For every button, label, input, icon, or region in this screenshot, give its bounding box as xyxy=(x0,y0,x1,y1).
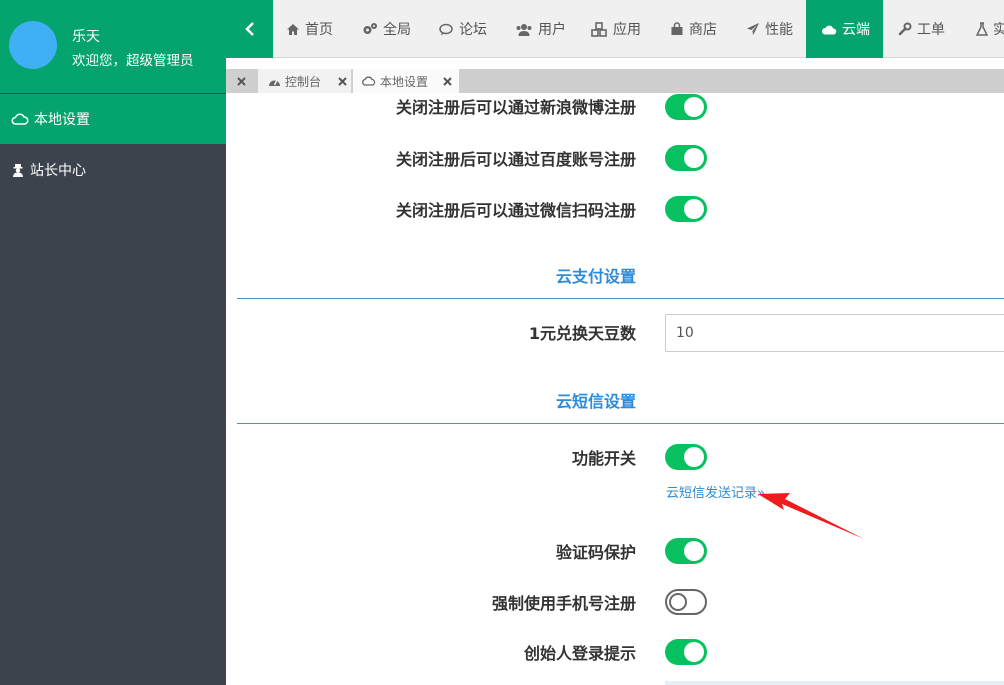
home-icon xyxy=(287,23,299,35)
weibo-register-label: 关闭注册后可以通过新浪微博注册 xyxy=(395,98,636,117)
avatar[interactable] xyxy=(9,21,57,69)
nav-users[interactable]: 用户 xyxy=(515,0,566,58)
close-icon xyxy=(236,76,246,86)
sms-record-link[interactable]: 云短信发送记录» xyxy=(666,482,765,501)
annotation-arrow xyxy=(758,493,864,539)
nav-performance[interactable]: 性能 xyxy=(746,0,793,58)
nav-label: 首页 xyxy=(305,22,333,38)
tab-dashboard[interactable]: 控制台 xyxy=(258,69,352,93)
close-icon xyxy=(337,76,347,86)
settings-content: 关闭注册后可以通过新浪微博注册 关闭注册后可以通过百度账号注册 关闭注册后可以通… xyxy=(226,93,1004,685)
wechat-register-toggle[interactable] xyxy=(665,196,707,222)
founder-login-label: 创始人登录提示 xyxy=(523,644,636,663)
nav-label: 用户 xyxy=(538,22,566,38)
gears-icon xyxy=(363,23,377,34)
sidebar-item-local-settings[interactable]: 本地设置 xyxy=(0,94,226,144)
nav-forum[interactable]: 论坛 xyxy=(439,0,487,58)
tab-bar: 控制台 本地设置 xyxy=(226,69,1004,93)
sidebar-item-label: 本地设置 xyxy=(34,112,90,128)
wrench-icon xyxy=(898,22,912,36)
baidu-register-label: 关闭注册后可以通过百度账号注册 xyxy=(395,150,636,169)
user-name: 乐天 xyxy=(72,29,100,45)
paper-plane-icon xyxy=(747,23,759,35)
tab-label: 控制台 xyxy=(285,74,322,89)
shopping-bag-icon xyxy=(671,22,683,35)
captcha-toggle[interactable] xyxy=(665,538,707,564)
section-divider xyxy=(237,423,1004,424)
pay-section-title: 云支付设置 xyxy=(555,267,636,286)
exchange-input[interactable] xyxy=(665,314,1004,352)
nav-lab[interactable]: 实 xyxy=(976,0,1004,58)
section-divider xyxy=(237,298,1004,299)
next-field-edge xyxy=(665,681,1004,685)
nav-global[interactable]: 全局 xyxy=(362,0,411,58)
nav-cloud[interactable]: 云端 xyxy=(806,0,883,58)
nav-label: 全局 xyxy=(383,22,411,38)
force-phone-label: 强制使用手机号注册 xyxy=(491,594,636,613)
tab-local-settings[interactable]: 本地设置 xyxy=(353,69,460,93)
user-secret-icon xyxy=(13,164,23,177)
captcha-label: 验证码保护 xyxy=(555,543,636,562)
exchange-label: 1元兑换天豆数 xyxy=(528,324,636,343)
sms-switch-toggle[interactable] xyxy=(665,444,707,470)
dashboard-icon xyxy=(269,79,280,86)
nav-apps[interactable]: 应用 xyxy=(591,0,641,58)
nav-label: 应用 xyxy=(613,22,641,38)
users-icon xyxy=(516,23,532,36)
nav-label: 实 xyxy=(993,22,1004,38)
nav-label: 性能 xyxy=(765,22,793,38)
cloud-icon xyxy=(821,25,837,34)
force-phone-toggle[interactable] xyxy=(665,589,707,615)
nav-tickets[interactable]: 工单 xyxy=(898,0,945,58)
weibo-register-toggle[interactable] xyxy=(665,94,707,120)
close-icon xyxy=(442,76,452,86)
wechat-register-label: 关闭注册后可以通过微信扫码注册 xyxy=(395,201,636,220)
nav-store[interactable]: 商店 xyxy=(670,0,717,58)
sidebar-collapse-button[interactable] xyxy=(226,0,273,58)
tab-close-button[interactable] xyxy=(334,73,350,89)
sms-section-title: 云短信设置 xyxy=(555,392,636,411)
cubes-icon xyxy=(591,21,607,37)
nav-label: 云端 xyxy=(842,22,870,38)
close-all-tabs-button[interactable] xyxy=(233,73,249,89)
sms-switch-label: 功能开关 xyxy=(571,449,636,468)
sidebar: 乐天 欢迎您，超级管理员 本地设置 站长中心 xyxy=(0,0,226,685)
nav-label: 工单 xyxy=(917,22,945,38)
nav-label: 论坛 xyxy=(459,22,487,38)
nav-label: 商店 xyxy=(689,22,717,38)
cloud-icon xyxy=(11,113,29,125)
flask-icon xyxy=(976,22,988,36)
tab-close-button[interactable] xyxy=(439,73,455,89)
nav-home[interactable]: 首页 xyxy=(286,0,333,58)
founder-login-toggle[interactable] xyxy=(665,639,707,665)
comments-icon xyxy=(439,23,453,35)
sidebar-item-label: 站长中心 xyxy=(30,163,86,179)
sidebar-item-webmaster-center[interactable]: 站长中心 xyxy=(0,145,226,195)
baidu-register-toggle[interactable] xyxy=(665,145,707,171)
user-panel: 乐天 欢迎您，超级管理员 xyxy=(0,0,226,93)
tab-label: 本地设置 xyxy=(380,74,429,89)
user-welcome: 欢迎您，超级管理员 xyxy=(72,53,194,69)
top-navigation: 首页 全局 论坛 用户 应用 商店 性能 云端 工单 实 xyxy=(226,0,1004,58)
chevron-left-icon xyxy=(244,22,254,36)
cloud-icon xyxy=(362,76,376,86)
